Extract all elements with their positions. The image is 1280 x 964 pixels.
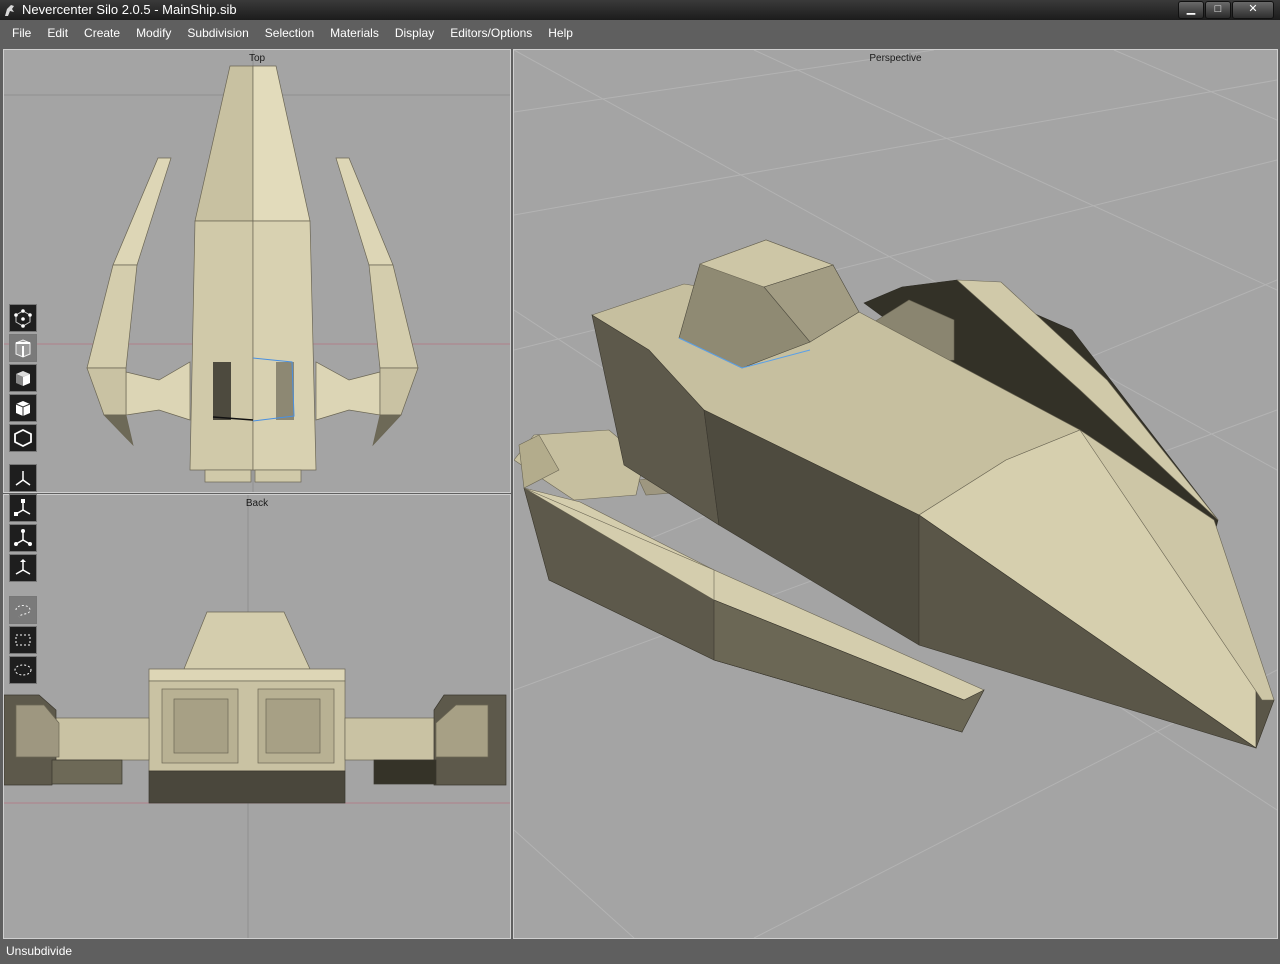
menu-modify[interactable]: Modify bbox=[128, 20, 179, 47]
universal-manipulator-icon bbox=[15, 559, 31, 575]
perspective-view-model bbox=[514, 50, 1277, 938]
menu-help[interactable]: Help bbox=[540, 20, 581, 47]
edge-select-button[interactable] bbox=[9, 334, 37, 362]
vertex-select-icon bbox=[14, 309, 32, 328]
menu-bar: File Edit Create Modify Subdivision Sele… bbox=[0, 20, 1280, 47]
face-select-icon bbox=[16, 371, 30, 386]
vertex-select-button[interactable] bbox=[9, 304, 37, 332]
status-bar: Unsubdivide bbox=[0, 940, 1280, 964]
viewport-label-top: Top bbox=[248, 53, 266, 64]
scale-manipulator-icon bbox=[14, 529, 32, 546]
top-view-model bbox=[4, 50, 510, 492]
menu-editors-options[interactable]: Editors/Options bbox=[442, 20, 540, 47]
lasso-select-button[interactable] bbox=[9, 596, 37, 624]
minimize-button[interactable]: ▁ bbox=[1178, 1, 1204, 19]
menu-create[interactable]: Create bbox=[76, 20, 128, 47]
viewport-back[interactable]: Back bbox=[3, 494, 511, 939]
rect-select-button[interactable] bbox=[9, 626, 37, 654]
face-select-button[interactable] bbox=[9, 364, 37, 392]
menu-materials[interactable]: Materials bbox=[322, 20, 387, 47]
universal-manipulator-button[interactable] bbox=[9, 554, 37, 582]
app-icon bbox=[5, 5, 14, 16]
viewport-top[interactable]: Top bbox=[3, 49, 511, 493]
window-title: Nevercenter Silo 2.0.5 - MainShip.sib bbox=[22, 2, 237, 17]
ellipse-select-button[interactable] bbox=[9, 656, 37, 684]
close-button[interactable]: ✕ bbox=[1232, 1, 1274, 19]
back-view-model bbox=[4, 495, 510, 938]
rotate-manipulator-button[interactable] bbox=[9, 494, 37, 522]
wireframe-object-button[interactable] bbox=[9, 424, 37, 452]
status-text: Unsubdivide bbox=[6, 944, 73, 958]
viewport-label-back: Back bbox=[245, 498, 269, 509]
wireframe-object-icon bbox=[14, 428, 32, 448]
viewport-perspective[interactable]: Perspective bbox=[513, 49, 1278, 939]
scale-manipulator-button[interactable] bbox=[9, 524, 37, 552]
move-manipulator-button[interactable] bbox=[9, 464, 37, 492]
rect-select-icon bbox=[15, 634, 31, 646]
rotate-manipulator-icon bbox=[14, 499, 31, 516]
lasso-select-icon bbox=[15, 605, 31, 618]
object-select-button[interactable] bbox=[9, 394, 37, 422]
restore-icon: □ bbox=[1214, 3, 1222, 15]
ellipse-select-icon bbox=[14, 664, 32, 676]
menu-subdivision[interactable]: Subdivision bbox=[179, 20, 256, 47]
maximize-button[interactable]: □ bbox=[1205, 1, 1231, 19]
object-select-icon bbox=[15, 401, 31, 416]
menu-edit[interactable]: Edit bbox=[39, 20, 76, 47]
title-bar: Nevercenter Silo 2.0.5 - MainShip.sib ▁ … bbox=[0, 0, 1280, 20]
close-icon: ✕ bbox=[1248, 3, 1258, 15]
viewport-label-perspective: Perspective bbox=[869, 53, 922, 64]
edge-select-icon bbox=[15, 339, 31, 358]
menu-file[interactable]: File bbox=[0, 20, 39, 47]
menu-display[interactable]: Display bbox=[387, 20, 442, 47]
minimize-icon: ▁ bbox=[1186, 3, 1196, 15]
menu-selection[interactable]: Selection bbox=[257, 20, 322, 47]
move-manipulator-icon bbox=[15, 471, 31, 486]
